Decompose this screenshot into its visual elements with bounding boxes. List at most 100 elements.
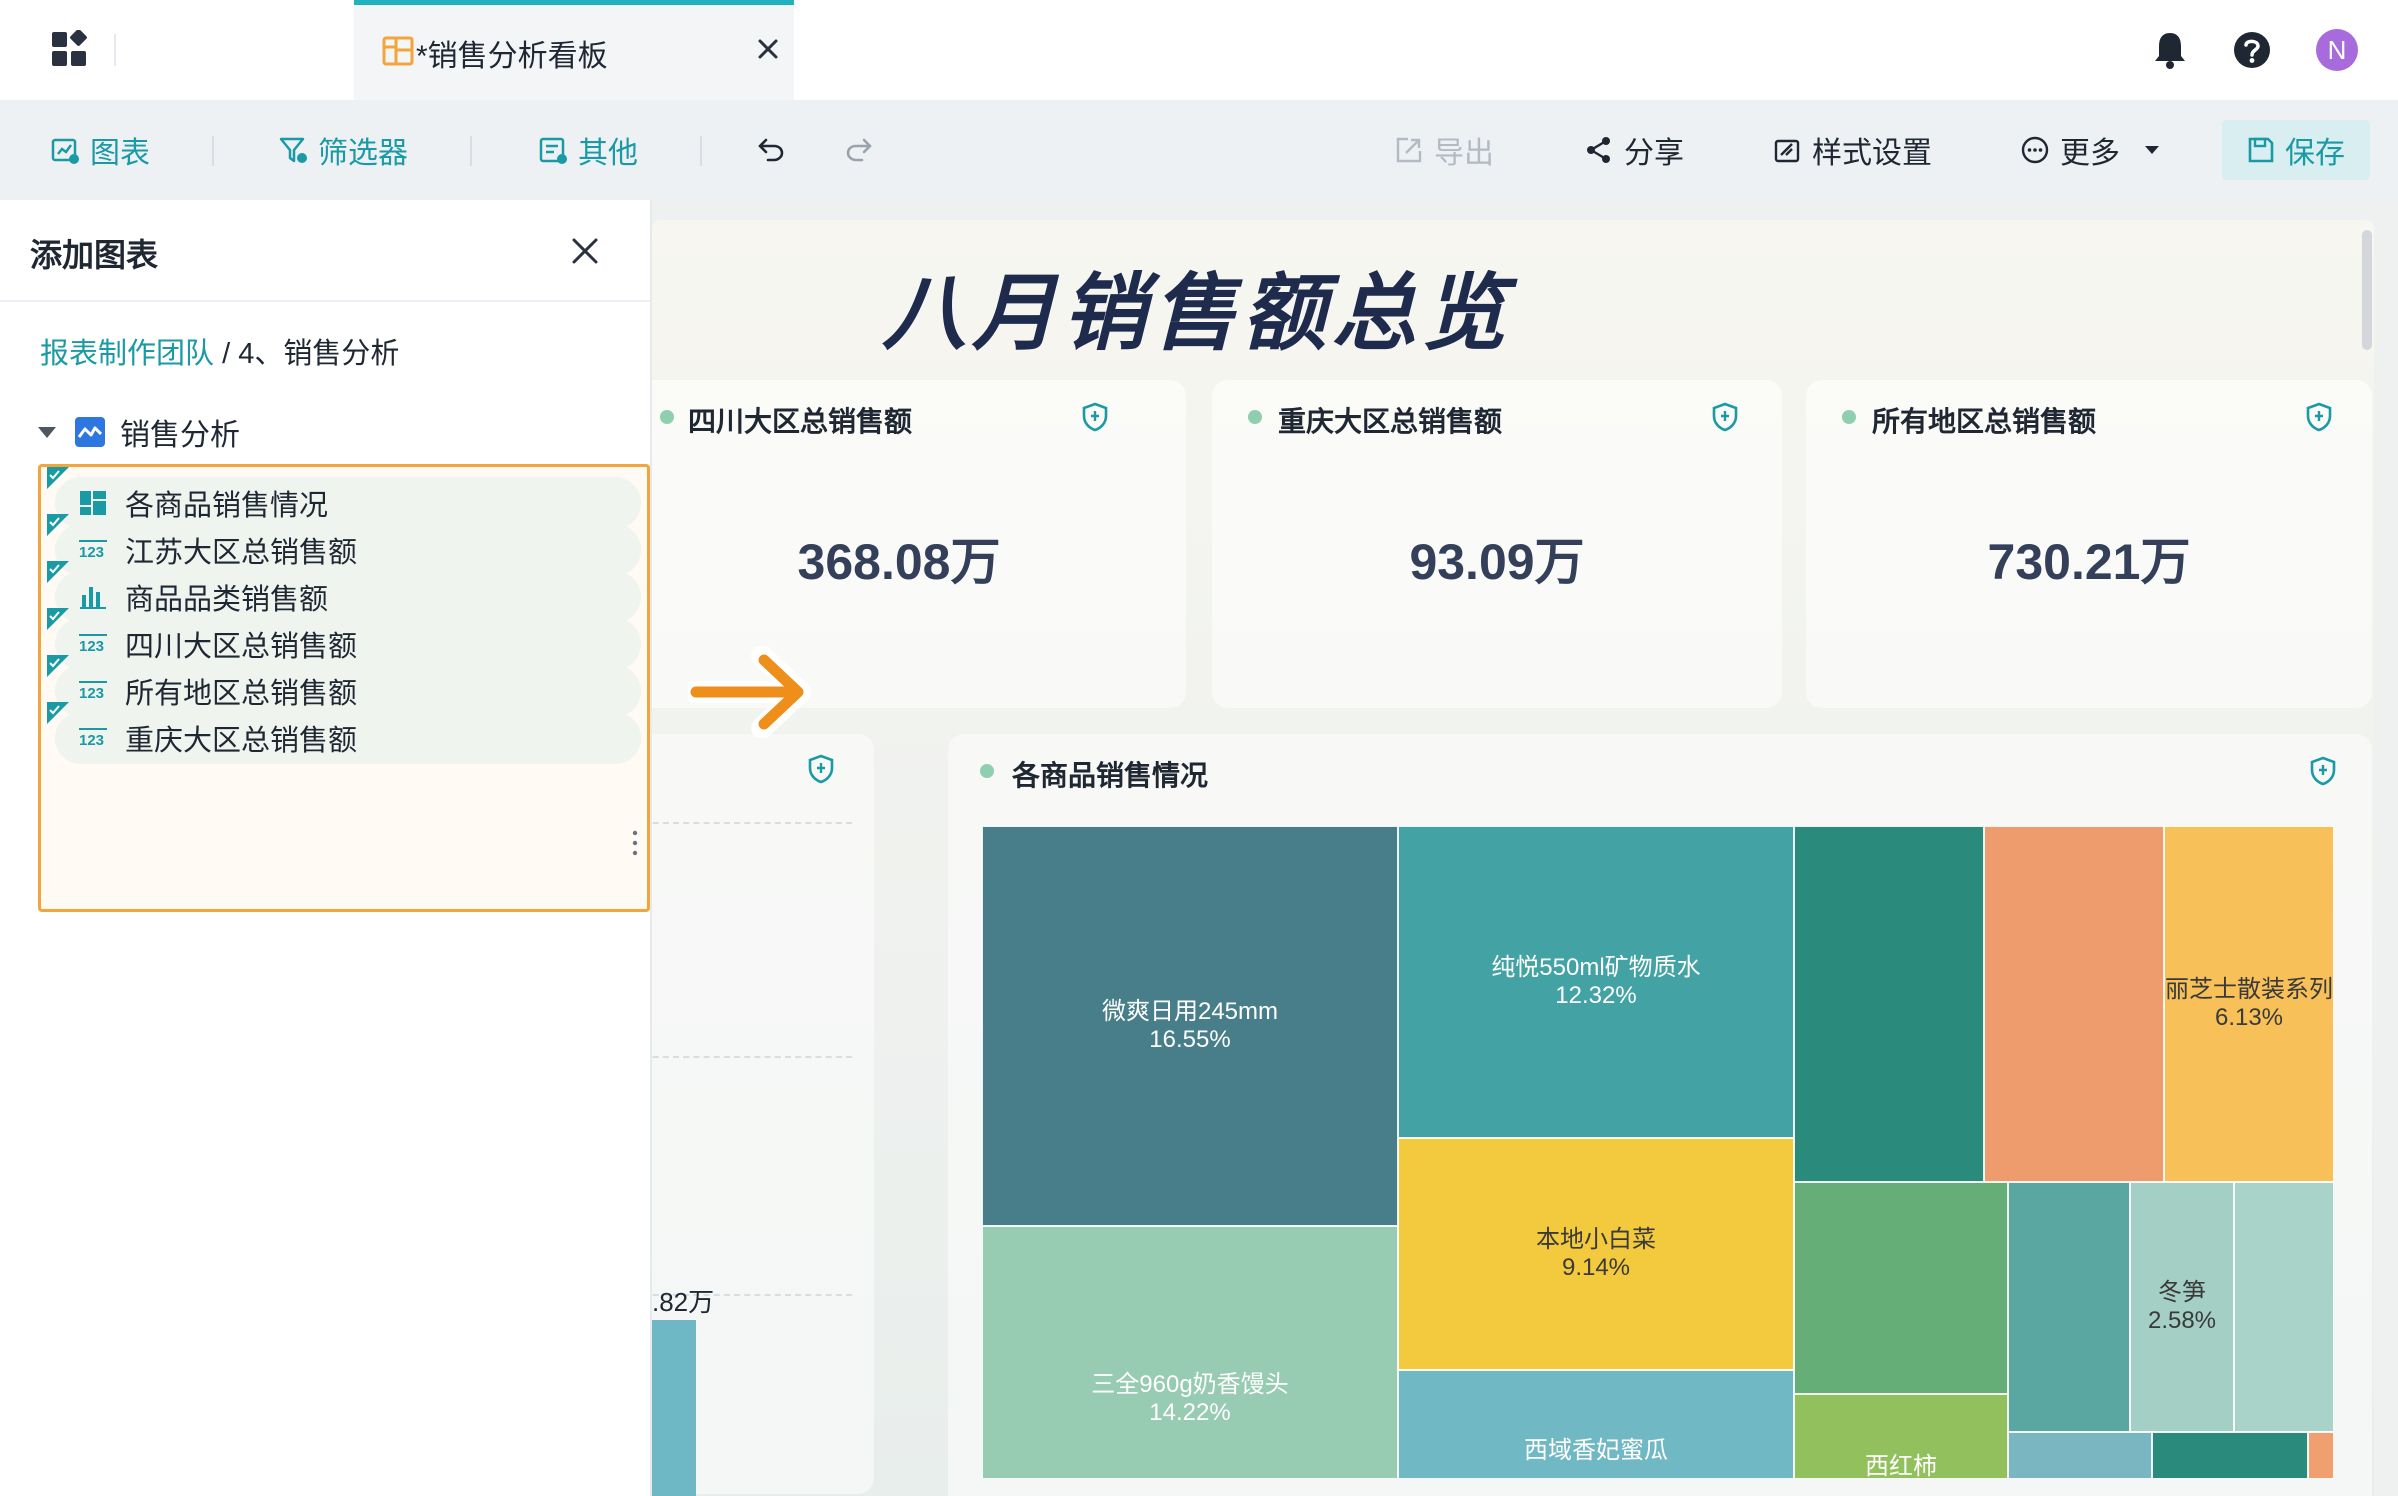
treemap-cell[interactable]: 三全960g奶香馒头 14.22% [982,1226,1398,1478]
check-flag-icon [47,514,69,536]
treemap-cell-name: 本地小白菜 [1536,1226,1656,1253]
card-dot [660,410,674,424]
apps-grid-icon[interactable] [50,30,90,70]
document-tab[interactable]: *销售分析看板 [354,0,794,100]
category-sales-card[interactable]: .82万 [652,734,874,1496]
check-flag-icon [47,561,69,583]
check-flag-icon [47,467,69,489]
chart-item-sichuan-total[interactable]: 123 四川大区总销售额 [47,608,641,670]
chart-item-product-sales[interactable]: 各商品销售情况 [47,467,641,529]
gridline [652,822,852,824]
export-button[interactable]: 导出 [1394,124,1494,176]
treemap-cell[interactable] [1794,826,1984,1182]
dashboard-icon [382,36,414,66]
treemap-cell-name: 西红柿 [1865,1453,1937,1478]
shield-icon[interactable] [1082,402,1108,432]
breadcrumb-separator: / [214,338,239,370]
kpi-card-chongqing[interactable]: 重庆大区总销售额 93.09万 [1212,380,1782,708]
card-dot [1248,410,1262,424]
chart-item-label: 商品品类销售额 [125,584,329,616]
treemap-cell[interactable] [1794,1182,2008,1394]
bar [652,1320,696,1496]
check-flag-icon [47,702,69,724]
toolbar: 图表 筛选器 其他 导出 分享 样式设置 更多 保存 [0,100,2398,200]
add-chart-button[interactable]: 图表 [50,124,150,176]
export-icon [1396,137,1422,163]
treemap-cell[interactable]: 纯悦550ml矿物质水 12.32% [1398,826,1794,1138]
treemap-cell[interactable] [2308,1432,2334,1478]
style-settings-button[interactable]: 样式设置 [1772,124,1932,176]
svg-text:123: 123 [79,544,104,561]
treemap-cell[interactable]: 丽芝士散装系列 6.13% [2164,826,2334,1182]
treemap-cell[interactable]: 冬笋 2.58% [2130,1182,2234,1432]
shield-icon[interactable] [808,754,834,784]
number-icon: 123 [79,536,107,564]
check-flag-icon [47,655,69,677]
treemap-cell-name: 丽芝士散装系列 [2165,976,2333,1003]
more-icon [2021,136,2049,164]
component-icon [539,137,567,164]
chart-item-category-sales[interactable]: 商品品类销售额 [47,561,641,623]
chart-item-label: 各商品销售情况 [125,490,329,522]
share-button[interactable]: 分享 [1584,124,1684,176]
drag-handle-icon[interactable] [632,830,638,856]
treemap-cell[interactable] [2008,1182,2130,1432]
shield-icon[interactable] [1712,402,1738,432]
svg-text:123: 123 [79,732,104,749]
style-settings-label: 样式设置 [1812,137,1932,170]
treemap-cell[interactable] [2152,1432,2308,1478]
expand-caret-icon[interactable] [38,426,56,438]
shield-icon[interactable] [2306,402,2332,432]
save-button-label: 保存 [2285,137,2345,170]
user-avatar[interactable]: N [2316,29,2358,71]
tree-folder-sales[interactable]: 销售分析 [38,410,240,454]
chart-item-jiangsu-total[interactable]: 123 江苏大区总销售额 [47,514,641,576]
chart-item-label: 四川大区总销售额 [125,631,358,663]
treemap-cell-name: 三全960g奶香馒头 [1091,1371,1289,1398]
treemap-cell[interactable]: 西红柿 [1794,1394,2008,1478]
check-flag-icon [47,608,69,630]
treemap-cell-percent: 14.22% [1149,1399,1231,1426]
chart-item-all-regions-total[interactable]: 123 所有地区总销售额 [47,655,641,717]
chart-item-label: 江苏大区总销售额 [125,537,358,569]
save-button[interactable]: 保存 [2222,120,2370,180]
treemap-cell-percent: 2.58% [2147,1307,2217,1334]
treemap-cell-percent: 12.32% [1555,982,1637,1009]
kpi-card-all-regions[interactable]: 所有地区总销售额 730.21万 [1806,380,2372,708]
undo-icon[interactable] [756,134,786,164]
add-filter-button[interactable]: 筛选器 [278,124,408,176]
close-tab-icon[interactable] [754,35,782,63]
other-button-label: 其他 [578,137,638,170]
chart-list: 各商品销售情况 123 江苏大区总销售额 商品品类销售额 123 四川大区总销售… [38,464,650,912]
style-icon [1774,139,1800,163]
treemap-cell[interactable]: 本地小白菜 9.14% [1398,1138,1794,1370]
breadcrumb-team-link[interactable]: 报表制作团队 [40,338,214,370]
treemap-cell[interactable] [2234,1182,2334,1432]
help-icon[interactable] [2232,30,2272,70]
tree-folder-label: 销售分析 [120,419,240,452]
shield-icon[interactable] [2310,756,2336,786]
chart-item-chongqing-total[interactable]: 123 重庆大区总销售额 [47,702,641,764]
kpi-title: 重庆大区总销售额 [1278,406,1503,437]
treemap-cell[interactable]: 微爽日用245mm 16.55% [982,826,1398,1226]
kpi-value: 93.09万 [1409,534,1585,590]
redo-icon[interactable] [844,134,874,164]
top-bar: *销售分析看板 N [0,0,2398,100]
gridline [652,1056,852,1058]
close-panel-icon[interactable] [570,236,600,266]
treemap-cell[interactable] [1984,826,2164,1182]
topbar-divider [114,34,116,66]
breadcrumb: 报表制作团队 / 4、销售分析 [40,330,399,372]
treemap-cell[interactable] [2008,1432,2152,1478]
canvas-scrollbar[interactable] [2362,230,2372,350]
kpi-title: 四川大区总销售额 [688,406,913,437]
add-other-button[interactable]: 其他 [538,124,638,176]
toolbar-divider [700,136,702,166]
caret-down-icon [2145,146,2159,154]
treemap-cell[interactable]: 西域香妃蜜瓜 [1398,1370,1794,1478]
more-button[interactable]: 更多 [2020,124,2162,176]
bell-icon[interactable] [2152,30,2188,70]
chart-item-label: 所有地区总销售额 [125,678,358,710]
panel-header: 添加图表 [0,200,650,302]
filter-icon [279,137,307,163]
